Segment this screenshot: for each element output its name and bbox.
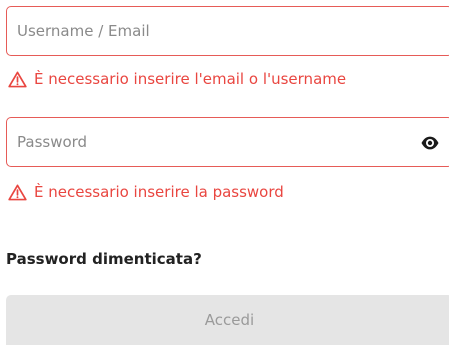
username-error-text: È necessario inserire l'email o l'userna… [34,70,347,88]
forgot-password-link[interactable]: Password dimenticata? [6,250,202,268]
username-field-container [6,6,449,56]
warning-triangle-icon [8,71,27,87]
password-input[interactable] [17,118,397,166]
password-field-container [6,117,449,167]
username-error: È necessario inserire l'email o l'userna… [8,68,346,90]
login-button[interactable]: Accedi [6,295,449,345]
eye-icon[interactable] [420,133,440,153]
warning-triangle-icon [8,184,27,200]
password-error: È necessario inserire la password [8,181,284,203]
password-error-text: È necessario inserire la password [34,183,284,201]
username-input[interactable] [17,7,397,55]
